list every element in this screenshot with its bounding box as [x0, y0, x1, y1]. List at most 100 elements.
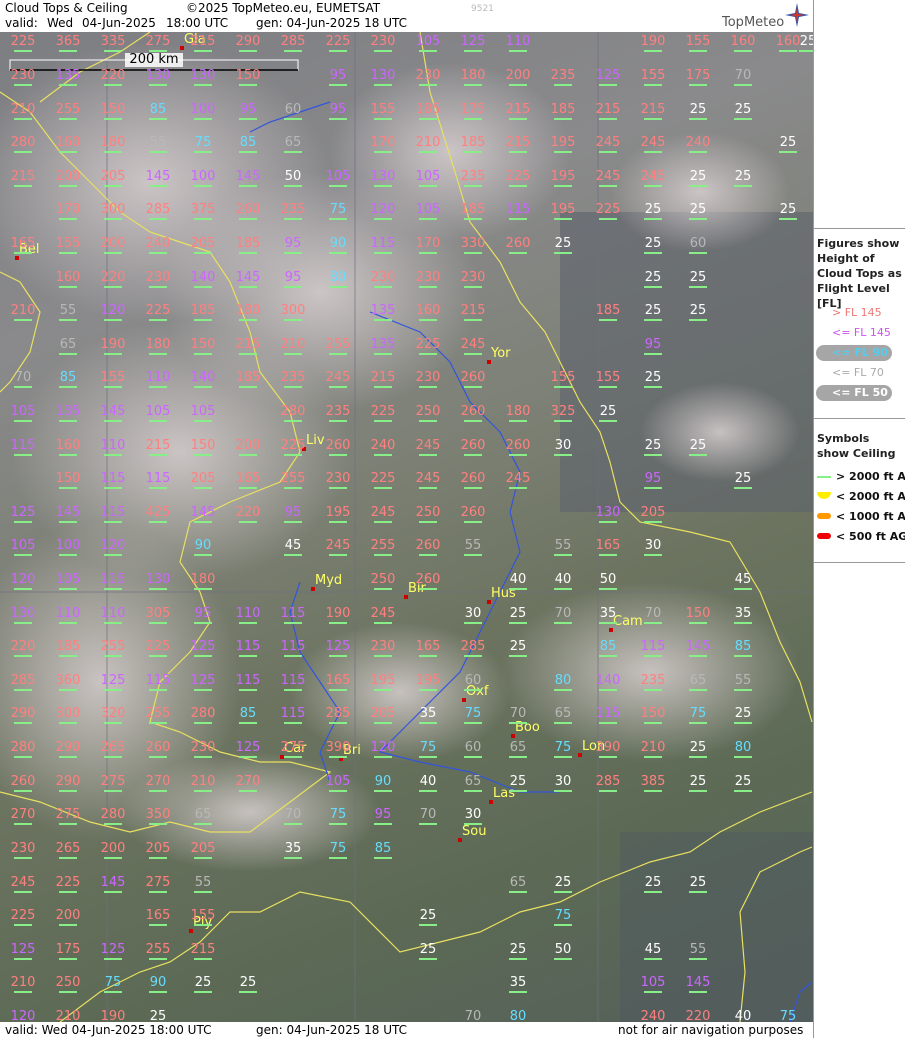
- flight-level-label: 75: [104, 975, 122, 990]
- city-label: Sou: [462, 824, 487, 839]
- ceiling-symbol: [464, 252, 482, 254]
- ceiling-symbol: [284, 353, 302, 355]
- ceiling-symbol: [104, 722, 122, 724]
- flight-level-label: 85: [239, 135, 257, 150]
- ceiling-symbol: [329, 118, 347, 120]
- ceiling-symbol: [59, 622, 77, 624]
- footer-generated: gen: 04-Jun-2025 18 UTC: [256, 1023, 408, 1037]
- ceiling-symbol: [419, 958, 437, 960]
- flight-level-label: 185: [460, 135, 486, 150]
- city-label: Myd: [315, 573, 343, 588]
- ceiling-symbol: [554, 924, 572, 926]
- flight-level-label: 390: [595, 740, 621, 755]
- ceiling-symbol: [554, 420, 572, 422]
- ceiling-symbol: [194, 353, 212, 355]
- ceiling-symbol: [509, 50, 527, 52]
- flight-level-label: 30: [464, 807, 482, 822]
- ceiling-symbol: [59, 554, 77, 556]
- ceiling-symbol: [14, 454, 32, 456]
- flight-level-label: 105: [415, 202, 441, 217]
- ceiling-symbol: [149, 588, 167, 590]
- ceiling-symbol: [599, 722, 617, 724]
- flight-level-label: 105: [325, 169, 351, 184]
- flight-level-label: 45: [734, 572, 752, 587]
- ceiling-symbol: [59, 689, 77, 691]
- flight-level-label: 170: [370, 135, 396, 150]
- flight-level-label: 95: [644, 471, 662, 486]
- flight-level-label: 45: [284, 538, 302, 553]
- flight-level-label: 145: [235, 169, 261, 184]
- ceiling-symbol: [689, 185, 707, 187]
- ceiling-symbol: [374, 151, 392, 153]
- ceiling-symbol: [464, 353, 482, 355]
- flight-level-label: 280: [10, 740, 36, 755]
- ceiling-symbol: [194, 689, 212, 691]
- flight-level-label: 105: [145, 404, 171, 419]
- flight-level-label: 195: [550, 135, 576, 150]
- ceiling-symbol: [374, 454, 392, 456]
- ceiling-symbol: [689, 319, 707, 321]
- ceiling-symbol: [104, 891, 122, 893]
- flight-level-label: 165: [10, 236, 36, 251]
- ceiling-symbol: [239, 991, 257, 993]
- flight-level-label: 250: [415, 404, 441, 419]
- ceiling-symbol: [104, 689, 122, 691]
- flight-level-label: 25: [419, 908, 437, 923]
- ceiling-symbol: [59, 756, 77, 758]
- flight-level-label: 225: [370, 471, 396, 486]
- ceiling-symbol: [14, 722, 32, 724]
- flight-level-label: 175: [55, 942, 81, 957]
- ceiling-symbol: [194, 521, 212, 523]
- flight-level-label: 260: [415, 538, 441, 553]
- flight-level-label: 115: [595, 706, 621, 721]
- flight-level-label: 255: [55, 102, 81, 117]
- satellite-map[interactable]: 200 km Gla Bel Yor Liv Myd Bir Hus Cam Oxf Boo Lon…: [0, 32, 813, 1022]
- ceiling-symbol: [554, 756, 572, 758]
- flight-level-label: 145: [55, 505, 81, 520]
- flight-level-label: 215: [190, 34, 216, 49]
- flight-level-label: 290: [10, 706, 36, 721]
- ceiling-symbol: [284, 655, 302, 657]
- flight-level-label: 25: [644, 875, 662, 890]
- flight-level-label: 80: [329, 270, 347, 285]
- ceiling-symbol: [149, 521, 167, 523]
- ceiling-symbol: [284, 689, 302, 691]
- flight-level-label: 260: [460, 471, 486, 486]
- flight-level-label: 245: [505, 471, 531, 486]
- ceiling-symbol: [14, 588, 32, 590]
- ceiling-symbol: [554, 958, 572, 960]
- ceiling-symbol: [509, 722, 527, 724]
- ceiling-symbol: [104, 286, 122, 288]
- flight-level-label: 190: [640, 34, 666, 49]
- ceiling-symbol: [599, 151, 617, 153]
- ceiling-symbol: [239, 487, 257, 489]
- ceiling-symbol: [464, 185, 482, 187]
- flight-level-label: 215: [505, 102, 531, 117]
- legend-level-label: <= FL 90: [832, 346, 888, 359]
- flight-level-label: 160: [775, 34, 801, 49]
- ceiling-symbol: [464, 420, 482, 422]
- flight-level-label: 245: [370, 505, 396, 520]
- flight-level-label: 195: [370, 673, 396, 688]
- ceiling-symbol: [419, 722, 437, 724]
- flight-level-label: 90: [149, 975, 167, 990]
- flight-level-label: 25: [554, 875, 572, 890]
- ceiling-symbol: [554, 185, 572, 187]
- ceiling-symbol: [59, 420, 77, 422]
- legend-symbol-label: < 1000 ft AGL: [836, 510, 905, 523]
- flight-level-label: 55: [59, 303, 77, 318]
- ceiling-symbol: [104, 454, 122, 456]
- ceiling-symbol: [644, 286, 662, 288]
- flight-level-label: 25: [644, 303, 662, 318]
- flight-level-label: 210: [640, 740, 666, 755]
- ceiling-symbol: [464, 118, 482, 120]
- ceiling-symbol: [329, 857, 347, 859]
- ceiling-symbol: [374, 487, 392, 489]
- flight-level-label: 115: [100, 471, 126, 486]
- ceiling-symbol: [599, 420, 617, 422]
- ceiling-symbol: [284, 185, 302, 187]
- flight-level-label: 95: [329, 102, 347, 117]
- flight-level-label: 185: [460, 202, 486, 217]
- flight-level-label: 290: [55, 774, 81, 789]
- ceiling-symbol: [14, 689, 32, 691]
